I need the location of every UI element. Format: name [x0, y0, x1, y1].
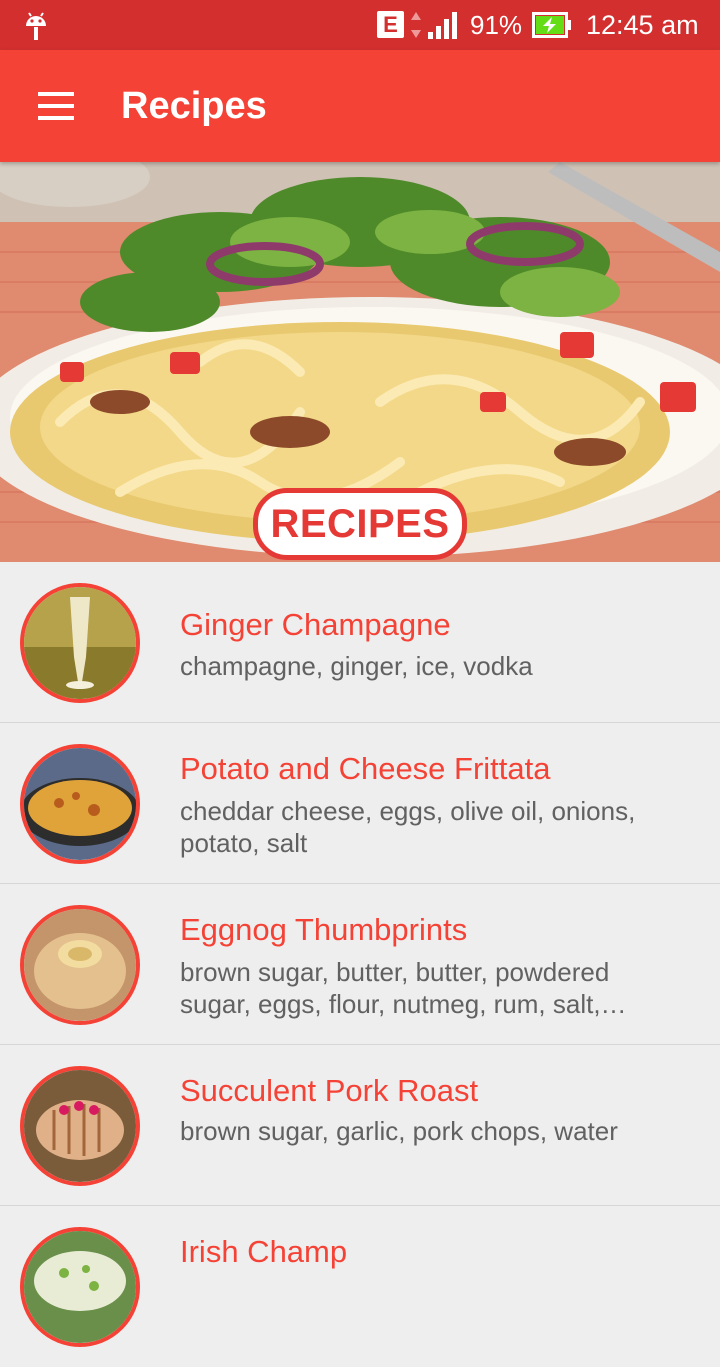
recipe-name: Succulent Pork Roast [180, 1073, 479, 1108]
battery-percent: 91% [470, 10, 523, 40]
recipe-ingredients: champagne, ginger, ice, vodka [180, 651, 533, 681]
data-activity-icon [411, 12, 421, 38]
signal-strength-icon [428, 12, 457, 39]
list-item[interactable]: Irish Champ [0, 1206, 720, 1367]
recipe-thumbnail [20, 905, 140, 1025]
recipe-ingredients: brown sugar, garlic, pork chops, water [180, 1116, 618, 1146]
hero-banner: RECIPES [0, 162, 720, 562]
recipe-thumbnail [20, 744, 140, 864]
page-title: Recipes [121, 85, 267, 127]
recipe-name: Eggnog Thumbprints [180, 912, 468, 947]
recipe-thumbnail [20, 583, 140, 703]
recipe-name: Irish Champ [180, 1234, 348, 1269]
recipe-thumbnail [20, 1227, 140, 1347]
recipe-ingredients: cheddar cheese, eggs, olive oil, onions,… [180, 796, 636, 858]
battery-charging-icon [532, 12, 571, 38]
list-item[interactable]: Potato and Cheese Frittata cheddar chees… [0, 723, 720, 884]
status-bar: E 91% 12:45 am [0, 0, 720, 50]
recipe-name: Ginger Champagne [180, 607, 451, 642]
recipe-thumbnail [20, 1066, 140, 1186]
app-bar: Recipes [0, 50, 720, 162]
recipe-name: Potato and Cheese Frittata [180, 751, 551, 786]
recipe-list: Ginger Champagne champagne, ginger, ice,… [0, 562, 720, 1367]
android-debug-icon [26, 12, 46, 40]
recipe-ingredients: brown sugar, butter, butter, powdered su… [180, 957, 627, 1019]
recipes-badge: RECIPES [253, 488, 467, 560]
hamburger-menu-icon[interactable] [24, 82, 88, 130]
network-type-badge: E [377, 11, 404, 38]
list-item[interactable]: Ginger Champagne champagne, ginger, ice,… [0, 562, 720, 723]
clock: 12:45 am [586, 10, 699, 40]
list-item[interactable]: Succulent Pork Roast brown sugar, garlic… [0, 1045, 720, 1206]
list-item[interactable]: Eggnog Thumbprints brown sugar, butter, … [0, 884, 720, 1045]
